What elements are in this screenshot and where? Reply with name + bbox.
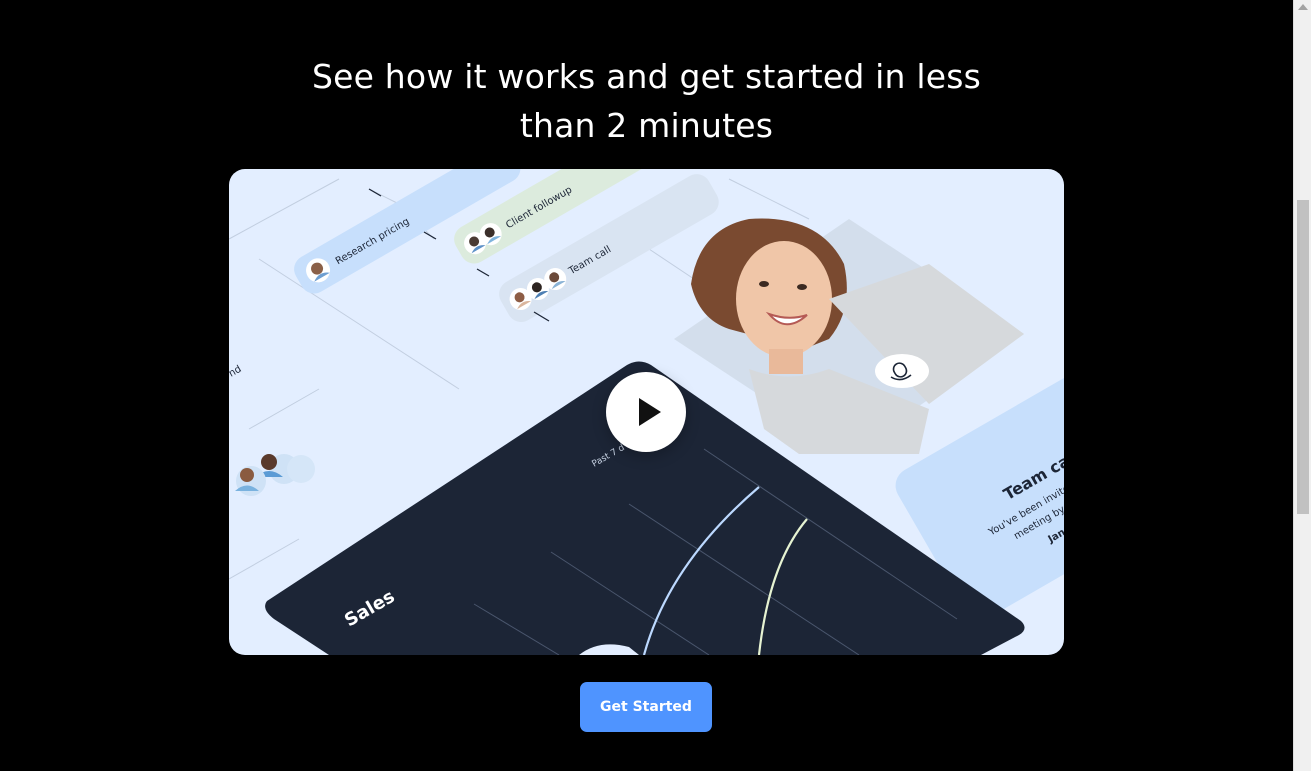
play-icon	[639, 398, 661, 426]
headline-line-2: than 2 minutes	[519, 106, 774, 145]
video-player[interactable]: Research pricing Client followup Team ca…	[229, 169, 1064, 655]
microphone-button	[875, 354, 929, 388]
page: See how it works and get started in less…	[0, 0, 1293, 771]
page-scrollbar[interactable]	[1293, 0, 1311, 771]
partial-card-text: nd	[229, 364, 243, 380]
scrollbar-thumb[interactable]	[1297, 200, 1309, 514]
avatar-group-left	[235, 454, 315, 496]
play-button[interactable]	[606, 372, 686, 452]
scroll-up-icon[interactable]	[1298, 4, 1308, 10]
page-headline: See how it works and get started in less…	[0, 52, 1293, 150]
get-started-button[interactable]: Get Started	[580, 682, 712, 732]
headline-line-1: See how it works and get started in less	[311, 57, 982, 96]
